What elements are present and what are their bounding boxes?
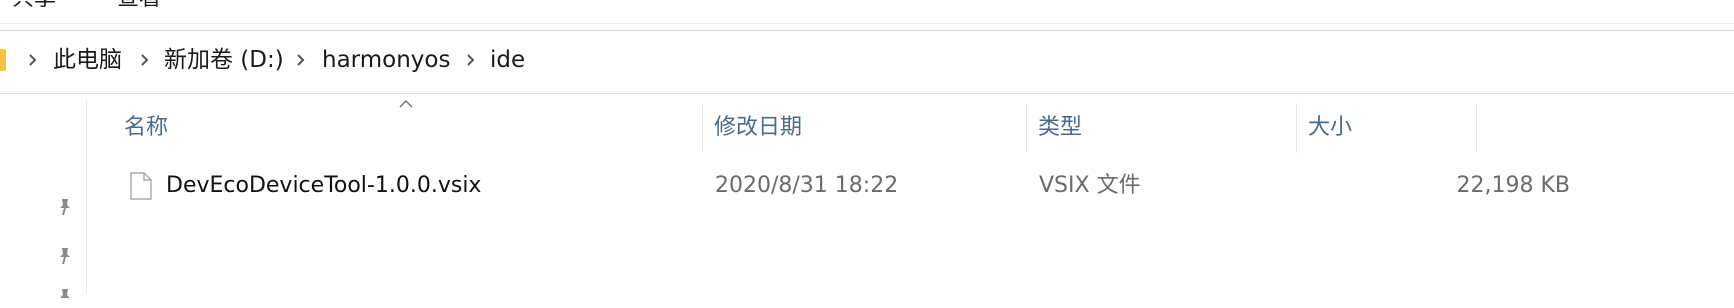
column-divider[interactable] <box>702 103 703 153</box>
chevron-right-icon[interactable] <box>26 48 40 72</box>
ribbon-divider <box>0 23 1734 24</box>
pin-icon[interactable] <box>54 245 76 267</box>
breadcrumb-harmonyos[interactable]: harmonyos <box>322 46 450 74</box>
file-type: VSIX 文件 <box>1039 173 1141 198</box>
file-name[interactable]: DevEcoDeviceTool-1.0.0.vsix <box>166 170 481 202</box>
file-icon <box>130 172 152 200</box>
file-row[interactable]: DevEcoDeviceTool-1.0.0.vsix 2020/8/31 18… <box>110 162 1570 212</box>
pin-icon[interactable] <box>54 196 76 218</box>
tab-share[interactable]: 共享 <box>12 0 56 12</box>
ribbon-tabs: 共享 查看 <box>0 0 1734 24</box>
chevron-right-icon[interactable] <box>294 48 308 72</box>
column-divider[interactable] <box>1476 103 1477 153</box>
address-bar[interactable]: 此电脑 新加卷 (D:) harmonyos ide <box>0 30 1734 94</box>
column-header-type[interactable]: 类型 <box>1038 103 1082 153</box>
file-modified: 2020/8/31 18:22 <box>715 173 899 198</box>
chevron-right-icon[interactable] <box>464 48 478 72</box>
breadcrumb-drive-d[interactable]: 新加卷 (D:) <box>164 46 284 74</box>
breadcrumb-ide[interactable]: ide <box>490 46 525 74</box>
navigation-pane <box>0 100 87 298</box>
column-header-size[interactable]: 大小 <box>1308 103 1352 153</box>
chevron-right-icon[interactable] <box>138 48 152 72</box>
sort-up-icon <box>399 100 413 108</box>
column-divider[interactable] <box>1296 103 1297 153</box>
column-divider[interactable] <box>1026 103 1027 153</box>
tab-view[interactable]: 查看 <box>117 0 161 12</box>
pin-icon[interactable] <box>54 286 76 308</box>
column-header-name[interactable]: 名称 <box>124 103 168 153</box>
breadcrumb-this-pc[interactable]: 此电脑 <box>53 46 122 74</box>
folder-icon <box>0 49 6 71</box>
column-header-modified[interactable]: 修改日期 <box>714 103 802 153</box>
file-size: 22,198 KB <box>1456 173 1571 198</box>
